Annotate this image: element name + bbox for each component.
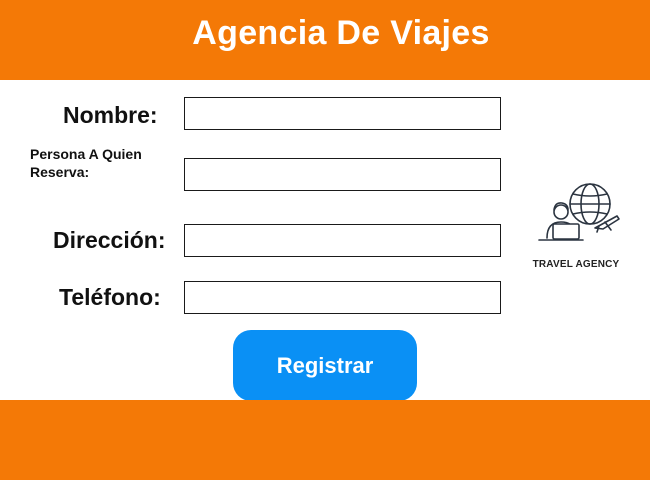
travel-agent-globe-icon xyxy=(538,183,620,241)
page-title: Agencia De Viajes xyxy=(192,14,490,52)
footer-bar xyxy=(0,400,650,480)
reserver-label: Persona A Quien Reserva: xyxy=(30,146,142,180)
register-button[interactable]: Registrar xyxy=(233,330,417,401)
address-label: Dirección: xyxy=(53,227,166,253)
phone-field[interactable] xyxy=(184,281,501,314)
header-bar: Agencia De Viajes xyxy=(0,0,650,80)
address-field[interactable] xyxy=(184,224,501,257)
name-label: Nombre: xyxy=(63,102,158,128)
reserver-field[interactable] xyxy=(184,158,501,191)
logo-caption: TRAVEL AGENCY xyxy=(532,259,620,270)
name-field[interactable] xyxy=(184,97,501,130)
phone-label: Teléfono: xyxy=(59,284,161,310)
